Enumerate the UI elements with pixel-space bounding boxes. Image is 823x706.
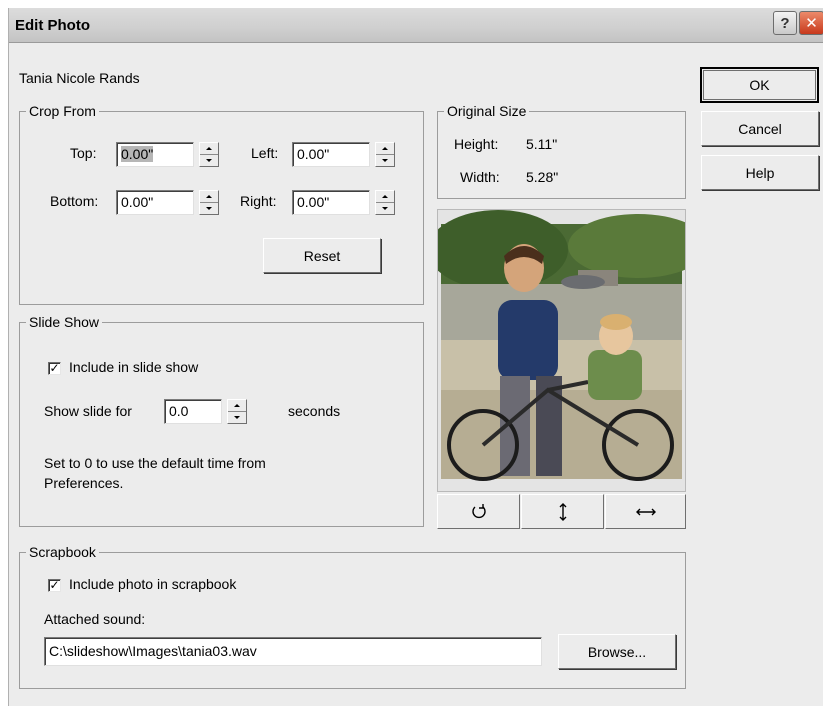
slide-show-group: Slide Show ✓ Include in slide show Show … [19, 313, 424, 527]
include-slide-show-checkbox[interactable]: ✓ [48, 362, 61, 375]
crop-right-label: Right: [240, 193, 277, 209]
crop-bottom-field[interactable]: 0.00" [116, 190, 194, 215]
spin-down-icon[interactable] [376, 155, 394, 166]
spin-down-icon[interactable] [200, 203, 218, 214]
seconds-label: seconds [288, 403, 341, 419]
browse-button[interactable]: Browse... [558, 634, 676, 669]
crop-left-spinner[interactable] [375, 142, 395, 167]
spin-up-icon[interactable] [376, 143, 394, 155]
spin-up-icon[interactable] [200, 191, 218, 203]
ok-button[interactable]: OK [700, 67, 819, 103]
help-icon[interactable]: ? [773, 11, 797, 35]
scrapbook-legend: Scrapbook [26, 543, 99, 561]
crop-top-value: 0.00" [121, 146, 154, 162]
rotate-button[interactable] [437, 494, 520, 529]
width-value: 5.28" [526, 169, 559, 185]
slide-show-note: Set to 0 to use the default time from Pr… [44, 455, 266, 491]
show-slide-for-label: Show slide for [44, 403, 132, 419]
flip-vertical-button[interactable] [521, 494, 604, 529]
slide-show-legend: Slide Show [26, 313, 103, 331]
crop-top-label: Top: [70, 145, 97, 161]
crop-from-group: Crop From Top: 0.00" Left: 0.00" Bottom:… [19, 102, 424, 305]
close-icon[interactable]: ✕ [799, 11, 823, 35]
scrapbook-group: Scrapbook ✓ Include photo in scrapbook A… [19, 543, 686, 689]
flip-vertical-icon [559, 502, 566, 521]
slide-duration-spinner[interactable] [227, 399, 247, 424]
include-slide-show-label: Include in slide show [69, 359, 199, 375]
crop-from-legend: Crop From [26, 102, 99, 120]
slide-duration-field[interactable]: 0.0 [164, 399, 222, 424]
spin-down-icon[interactable] [376, 203, 394, 214]
height-label: Height: [454, 136, 499, 152]
spin-up-icon[interactable] [376, 191, 394, 203]
reset-button[interactable]: Reset [263, 238, 381, 273]
crop-left-label: Left: [251, 145, 279, 161]
flip-horizontal-button[interactable] [605, 494, 686, 529]
crop-top-field[interactable]: 0.00" [116, 142, 194, 167]
crop-bottom-spinner[interactable] [199, 190, 219, 215]
dialog-title: Edit Photo [15, 17, 90, 34]
include-scrapbook-checkbox[interactable]: ✓ [48, 579, 61, 592]
cancel-button[interactable]: Cancel [701, 111, 819, 146]
edit-photo-dialog: Edit Photo ? ✕ Tania Nicole Rands Crop F… [8, 8, 823, 706]
crop-left-field[interactable]: 0.00" [292, 142, 370, 167]
width-label: Width: [460, 169, 500, 185]
person-name: Tania Nicole Rands [19, 70, 140, 86]
attached-sound-label: Attached sound: [44, 611, 146, 627]
crop-right-field[interactable]: 0.00" [292, 190, 370, 215]
crop-right-spinner[interactable] [375, 190, 395, 215]
photo-preview-frame [437, 209, 686, 492]
attached-sound-field[interactable]: C:\slideshow\Images\tania03.wav [44, 637, 542, 666]
help-button[interactable]: Help [701, 155, 819, 190]
crop-top-spinner[interactable] [199, 142, 219, 167]
crop-bottom-label: Bottom: [50, 193, 99, 209]
include-scrapbook-label: Include photo in scrapbook [69, 576, 237, 592]
height-value: 5.11" [526, 136, 558, 152]
original-size-group: Original Size Height: 5.11" Width: 5.28" [437, 102, 686, 199]
photo-preview [438, 210, 685, 481]
spin-down-icon[interactable] [228, 412, 246, 423]
spin-down-icon[interactable] [200, 155, 218, 166]
flip-horizontal-icon [635, 508, 656, 515]
original-size-legend: Original Size [444, 102, 530, 120]
title-bar: Edit Photo ? ✕ [9, 8, 823, 43]
spin-up-icon[interactable] [228, 400, 246, 412]
spin-up-icon[interactable] [200, 143, 218, 155]
rotate-icon [471, 503, 486, 518]
